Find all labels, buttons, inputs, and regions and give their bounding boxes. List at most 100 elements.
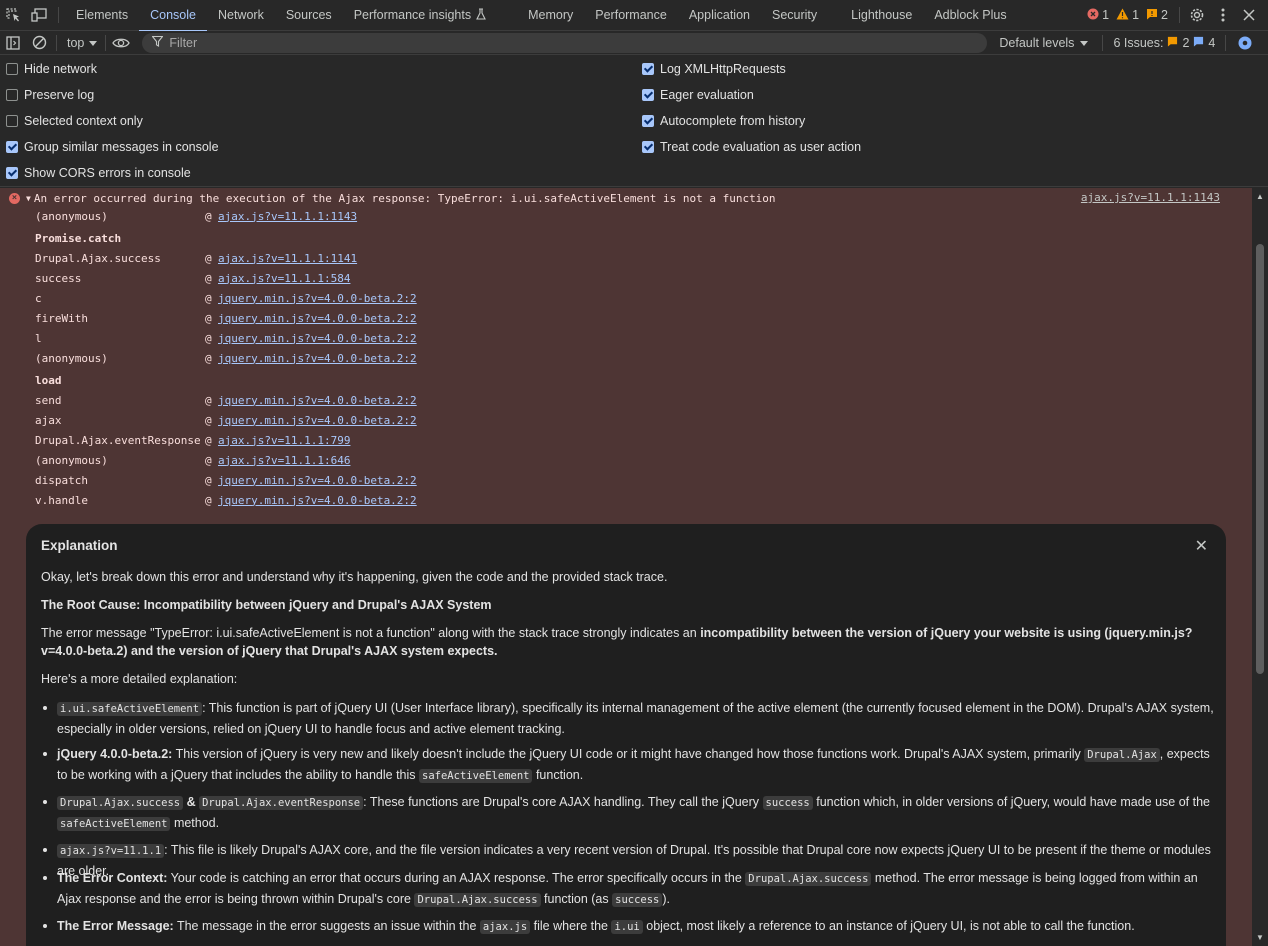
stack-frame-link[interactable]: ajax.js?v=11.1.1:1141: [218, 252, 357, 265]
list-item-text: function.: [532, 768, 584, 782]
stack-frame-link[interactable]: ajax.js?v=11.1.1:799: [218, 434, 350, 447]
inspect-element-icon[interactable]: [0, 0, 26, 31]
console-scrollbar[interactable]: ▲ ▼: [1252, 188, 1268, 946]
issues-b-count: 4: [1208, 35, 1216, 50]
console-settings-gear-icon[interactable]: [1232, 30, 1258, 56]
setting-label: Autocomplete from history: [660, 114, 806, 128]
error-message-row[interactable]: × ▼ An error occurred during the executi…: [0, 188, 1252, 208]
close-devtools-icon[interactable]: [1236, 2, 1262, 28]
log-levels-dropdown[interactable]: Default levels: [999, 36, 1089, 50]
at-sign: @: [205, 413, 212, 427]
inline-code: Drupal.Ajax.success: [57, 796, 184, 810]
tab-performance-insights[interactable]: Performance insights: [343, 0, 497, 31]
stack-frame: (anonymous) @ jquery.min.js?v=4.0.0-beta.2…: [35, 348, 417, 368]
async-boundary: load: [35, 373, 62, 387]
stack-frame-link[interactable]: ajax.js?v=11.1.1:584: [218, 272, 350, 285]
warning-count[interactable]: 1: [1116, 8, 1139, 23]
clear-console-icon[interactable]: [26, 31, 52, 55]
preserve-log-checkbox[interactable]: [6, 89, 18, 101]
setting-log-xhr[interactable]: Log XMLHttpRequests: [642, 56, 786, 82]
tab-adblock-plus[interactable]: Adblock Plus: [923, 0, 1017, 31]
list-item-text: function (as: [540, 892, 613, 906]
autocomplete-history-checkbox[interactable]: [642, 115, 654, 127]
setting-selected-context-only[interactable]: Selected context only: [6, 108, 143, 134]
hide-network-checkbox[interactable]: [6, 63, 18, 75]
setting-group-similar[interactable]: Group similar messages in console: [6, 134, 219, 160]
issues-counter[interactable]: 6 Issues: 2 4: [1113, 36, 1215, 50]
filter-funnel-icon: [151, 35, 165, 50]
expand-triangle-icon[interactable]: ▼: [26, 194, 31, 203]
list-item: jQuery 4.0.0-beta.2: This version of jQu…: [43, 744, 1217, 786]
inline-code: Drupal.Ajax.success: [745, 872, 872, 886]
scroll-up-arrow-icon[interactable]: ▲: [1256, 192, 1264, 201]
scroll-down-arrow-icon[interactable]: ▼: [1256, 933, 1264, 942]
issue-count[interactable]: 2: [1146, 8, 1168, 23]
tab-application[interactable]: Application: [678, 0, 761, 31]
device-toolbar-icon[interactable]: [26, 0, 52, 31]
tab-security[interactable]: Security: [761, 0, 828, 31]
tab-elements[interactable]: Elements: [65, 0, 139, 31]
error-source-link[interactable]: ajax.js?v=11.1.1:1143: [1081, 191, 1220, 204]
selected-context-checkbox[interactable]: [6, 115, 18, 127]
stack-frame-link[interactable]: jquery.min.js?v=4.0.0-beta.2:2: [218, 312, 417, 325]
stack-frame-link[interactable]: jquery.min.js?v=4.0.0-beta.2:2: [218, 292, 417, 305]
settings-gear-icon[interactable]: [1184, 2, 1210, 28]
scrollbar-thumb[interactable]: [1256, 244, 1264, 674]
stack-frame-link[interactable]: jquery.min.js?v=4.0.0-beta.2:2: [218, 352, 417, 365]
stack-frame: c @ jquery.min.js?v=4.0.0-beta.2:2: [35, 288, 417, 308]
setting-autocomplete-history[interactable]: Autocomplete from history: [642, 108, 805, 134]
context-selector[interactable]: top: [57, 31, 105, 55]
filter-input[interactable]: [169, 35, 970, 50]
inline-code: i.ui.safeActiveElement: [57, 702, 203, 716]
tab-network[interactable]: Network: [207, 0, 275, 31]
setting-preserve-log[interactable]: Preserve log: [6, 82, 94, 108]
stack-frame: v.handle @ jquery.min.js?v=4.0.0-beta.2:2: [35, 490, 417, 510]
more-options-icon[interactable]: [1210, 2, 1236, 28]
setting-label: Eager evaluation: [660, 88, 754, 102]
tab-sources[interactable]: Sources: [275, 0, 343, 31]
ampersand: &: [183, 795, 200, 809]
tab-console[interactable]: Console: [139, 0, 207, 32]
tab-memory[interactable]: Memory: [517, 0, 584, 31]
list-item-text: The message in the error suggests an iss…: [173, 919, 480, 933]
sidebar-toggle-icon[interactable]: [0, 31, 26, 55]
warning-count-value: 1: [1132, 8, 1140, 22]
stack-frame-function: c: [35, 291, 42, 305]
close-explanation-icon[interactable]: ✕: [1195, 536, 1208, 556]
error-count[interactable]: 1: [1087, 8, 1109, 23]
list-item-text: : These functions are Drupal's core AJAX…: [363, 795, 763, 809]
treat-code-eval-checkbox[interactable]: [642, 141, 654, 153]
group-similar-checkbox[interactable]: [6, 141, 18, 153]
tab-performance[interactable]: Performance: [584, 0, 678, 31]
eager-evaluation-checkbox[interactable]: [642, 89, 654, 101]
stack-frame-link[interactable]: ajax.js?v=11.1.1:646: [218, 454, 350, 467]
log-xhr-checkbox[interactable]: [642, 63, 654, 75]
tab-separator: [58, 7, 59, 23]
list-item-bold: The Error Message:: [57, 919, 174, 933]
setting-show-cors[interactable]: Show CORS errors in console: [6, 160, 191, 186]
list-item-text: function which, in older versions of jQu…: [812, 795, 1210, 809]
show-cors-checkbox[interactable]: [6, 167, 18, 179]
setting-eager-evaluation[interactable]: Eager evaluation: [642, 82, 754, 108]
list-item-text: file where the: [530, 919, 612, 933]
at-sign: @: [205, 331, 212, 345]
setting-label: Show CORS errors in console: [24, 166, 191, 180]
stack-frame-function: send: [35, 393, 62, 407]
stack-frame-link[interactable]: jquery.min.js?v=4.0.0-beta.2:2: [218, 414, 417, 427]
stack-frame-link[interactable]: jquery.min.js?v=4.0.0-beta.2:2: [218, 332, 417, 345]
list-item: Drupal.Ajax.success & Drupal.Ajax.eventR…: [43, 792, 1217, 834]
stack-frame-link[interactable]: jquery.min.js?v=4.0.0-beta.2:2: [218, 474, 417, 487]
stack-frame-link[interactable]: ajax.js?v=11.1.1:1143: [218, 210, 357, 223]
setting-hide-network[interactable]: Hide network: [6, 56, 97, 82]
at-sign: @: [205, 453, 212, 467]
setting-treat-code-eval[interactable]: Treat code evaluation as user action: [642, 134, 861, 160]
stack-frame-link[interactable]: jquery.min.js?v=4.0.0-beta.2:2: [218, 494, 417, 507]
filter-box[interactable]: [142, 32, 988, 53]
inline-code: Drupal.Ajax: [1084, 748, 1160, 762]
tab-lighthouse[interactable]: Lighthouse: [840, 0, 923, 31]
list-item-bold: The Error Context:: [57, 871, 168, 885]
at-sign: @: [205, 311, 212, 325]
stack-frame-link[interactable]: jquery.min.js?v=4.0.0-beta.2:2: [218, 394, 417, 407]
tab-performance-insights-label: Performance insights: [353, 8, 472, 22]
live-expression-eye-icon[interactable]: [106, 31, 136, 55]
